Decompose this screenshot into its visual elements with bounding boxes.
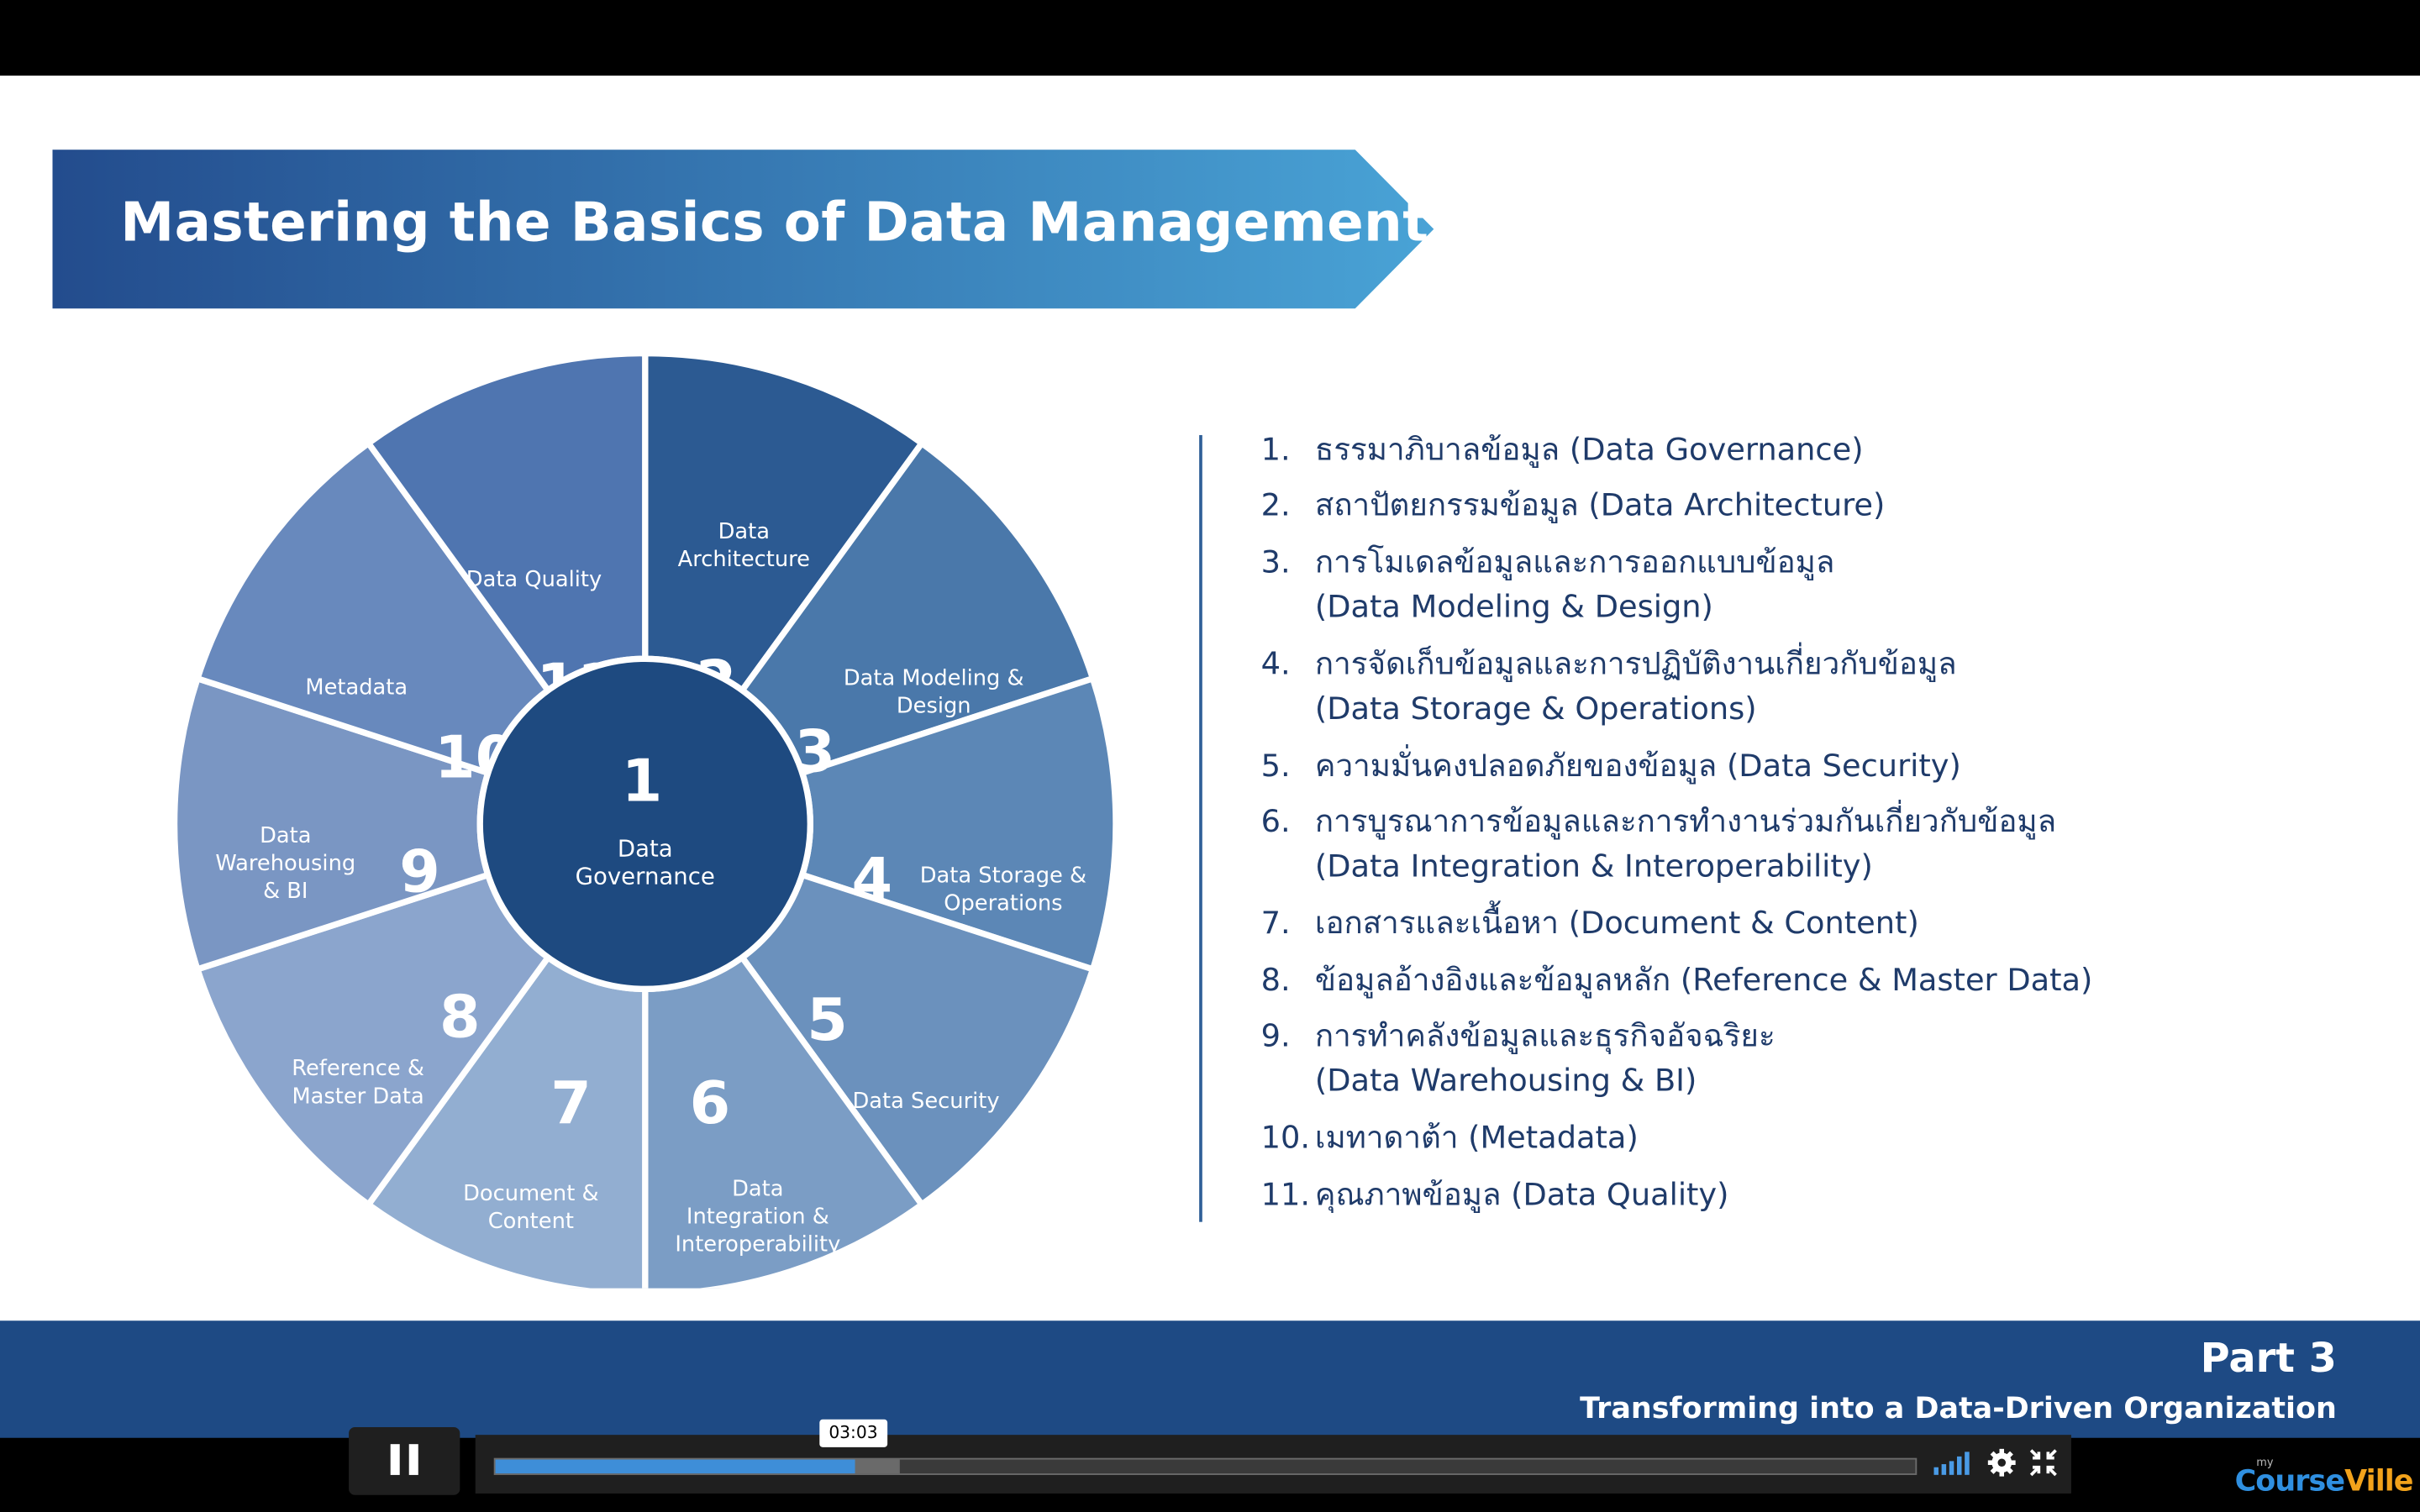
- center-number: 1: [622, 747, 663, 815]
- segment-label-7-line1: Document &: [463, 1181, 598, 1206]
- segment-label-10-line1: Metadata: [305, 675, 408, 701]
- current-time-tooltip: 03:03: [819, 1419, 887, 1447]
- pause-button[interactable]: [349, 1426, 460, 1495]
- list-item-number: 5.: [1260, 746, 1291, 785]
- brand-ville-text: Ville: [2344, 1464, 2413, 1499]
- center-label-line2: Governance: [576, 863, 715, 890]
- brand-name: CourseVille: [2234, 1464, 2414, 1499]
- brand-course-text: Course: [2234, 1464, 2345, 1499]
- segment-number-6: 6: [690, 1069, 731, 1137]
- list-item: 8. ข้อมูลอ้างอิงและข้อมูลหลัก (Reference …: [1258, 958, 2246, 1003]
- slide-title: Mastering the Basics of Data Management: [120, 192, 1429, 255]
- segment-label-5-line1: Data Security: [852, 1089, 999, 1114]
- list-item-text: การทำคลังข้อมูลและธุรกิจอัจฉริยะ: [1314, 1016, 1776, 1054]
- video-player-screen: Mastering the Basics of Data Management …: [0, 0, 2420, 1512]
- list-item-subtext: (Data Storage & Operations): [1314, 690, 1757, 727]
- part-band: Part 3 Transforming into a Data-Driven O…: [0, 1320, 2420, 1438]
- segment-label-8-line1: Reference &: [292, 1056, 424, 1081]
- list-item-text: สถาปัตยกรรมข้อมูล (Data Architecture): [1314, 486, 1886, 523]
- segment-label-6-line1: Data: [732, 1176, 783, 1201]
- list-item: 3. การโมเดลข้อมูลและการออกแบบข้อมูล (Data …: [1258, 540, 2246, 630]
- list-item: 11. คุณภาพข้อมูล (Data Quality): [1258, 1173, 2246, 1217]
- segment-label-4-line1: Data Storage &: [920, 864, 1086, 889]
- list-item-text: เมทาดาต้า (Metadata): [1314, 1118, 1639, 1156]
- segment-label-6-line2: Integration &: [687, 1205, 829, 1230]
- segment-label-3-line1: Data Modeling &: [844, 666, 1024, 691]
- list-item: 10. เมทาดาต้า (Metadata): [1258, 1116, 2246, 1160]
- segment-label-11-line1: Data Quality: [466, 567, 602, 592]
- segment-number-5: 5: [807, 986, 848, 1054]
- part-subtitle: Transforming into a Data-Driven Organiza…: [1580, 1391, 2337, 1426]
- list-item: 1. ธรรมาภิบาลข้อมูล (Data Governance): [1258, 428, 2246, 472]
- list-item-text: ความมั่นคงปลอดภัยของข้อมูล (Data Securit…: [1314, 746, 1961, 785]
- segment-number-7: 7: [550, 1069, 592, 1137]
- list-item-text: เอกสารและเนื้อหา (Document & Content): [1314, 904, 1919, 942]
- segment-number-4: 4: [851, 846, 892, 914]
- presentation-slide: Mastering the Basics of Data Management …: [0, 76, 2420, 1323]
- list-item-subtext: (Data Warehousing & BI): [1314, 1061, 1697, 1099]
- list-item-text: การโมเดลข้อมูลและการออกแบบข้อมูล: [1314, 543, 1835, 580]
- segment-label-7-line2: Content: [488, 1209, 574, 1234]
- list-item-number: 1.: [1260, 430, 1291, 468]
- top-letterbox-bar: [0, 0, 2420, 76]
- list-item: 5. ความมั่นคงปลอดภัยของข้อมูล (Data Secur…: [1258, 743, 2246, 788]
- segment-label-2-line1: Data: [718, 519, 770, 544]
- list-item-text: การบูรณาการข้อมูลและการทำงานร่วมกันเกี่ย…: [1314, 802, 2057, 840]
- data-management-wheel: 2DataArchitecture3Data Modeling &Design4…: [171, 349, 1119, 1289]
- wheel-center-circle: [476, 655, 813, 993]
- list-item-number: 11.: [1260, 1175, 1311, 1213]
- exit-fullscreen-icon[interactable]: [2029, 1449, 2057, 1477]
- list-item: 7. เอกสารและเนื้อหา (Document & Content): [1258, 901, 2246, 946]
- segment-label-8-line2: Master Data: [292, 1084, 424, 1109]
- list-item-subtext: (Data Integration & Interoperability): [1314, 847, 1873, 885]
- list-item-text: ธรรมาภิบาลข้อมูล (Data Governance): [1314, 430, 1864, 468]
- segment-label-4-line2: Operations: [944, 891, 1062, 916]
- list-divider-line: [1199, 434, 1202, 1222]
- segment-label-9-line2: Warehousing: [215, 851, 355, 876]
- player-controls: 03:03 my CourseVille: [0, 1419, 2420, 1512]
- segment-number-8: 8: [439, 983, 481, 1051]
- list-item-subtext: (Data Modeling & Design): [1314, 587, 1713, 625]
- segment-label-2-line2: Architecture: [678, 547, 810, 572]
- segment-label-6-line3: Interoperability: [675, 1232, 840, 1257]
- part-label: Part 3: [2200, 1336, 2337, 1383]
- volume-icon[interactable]: [1933, 1451, 1974, 1475]
- list-item-number: 8.: [1260, 961, 1291, 999]
- list-item: 4. การจัดเก็บข้อมูลและการปฏิบัติงานเกี่ยว…: [1258, 642, 2246, 732]
- pause-icon: [390, 1444, 400, 1475]
- segment-label-9-line1: Data: [260, 823, 311, 848]
- progress-bar[interactable]: [493, 1457, 1918, 1475]
- list-item-number: 2.: [1260, 486, 1291, 523]
- list-item-number: 10.: [1260, 1118, 1311, 1156]
- gear-icon[interactable]: [1987, 1448, 2016, 1477]
- brand-logo[interactable]: my CourseVille: [2235, 1457, 2414, 1503]
- list-item-text: คุณภาพข้อมูล (Data Quality): [1314, 1175, 1729, 1213]
- pause-icon-bar: [408, 1444, 418, 1475]
- list-item: 2. สถาปัตยกรรมข้อมูล (Data Architecture): [1258, 483, 2246, 528]
- list-item-number: 6.: [1260, 802, 1291, 840]
- list-item-number: 3.: [1260, 543, 1291, 580]
- list-item-number: 7.: [1260, 904, 1291, 942]
- segment-number-9: 9: [399, 838, 440, 906]
- list-item-number: 4.: [1260, 644, 1291, 682]
- list-item-text: ข้อมูลอ้างอิงและข้อมูลหลัก (Reference & …: [1314, 961, 2093, 999]
- segment-label-3-line2: Design: [897, 694, 971, 719]
- list-item-number: 9.: [1260, 1016, 1291, 1054]
- center-label-line1: Data: [618, 835, 673, 862]
- list-item: 9. การทำคลังข้อมูลและธุรกิจอัจฉริยะ (Data …: [1258, 1014, 2246, 1104]
- control-panel: 03:03: [475, 1419, 2071, 1494]
- list-item-text: การจัดเก็บข้อมูลและการปฏิบัติงานเกี่ยวกั…: [1314, 644, 1957, 682]
- progress-played: [495, 1459, 855, 1474]
- segment-label-9-line3: & BI: [263, 879, 308, 904]
- list-item: 6. การบูรณาการข้อมูลและการทำงานร่วมกันเกี…: [1258, 799, 2246, 889]
- title-banner: Mastering the Basics of Data Management: [52, 150, 1435, 309]
